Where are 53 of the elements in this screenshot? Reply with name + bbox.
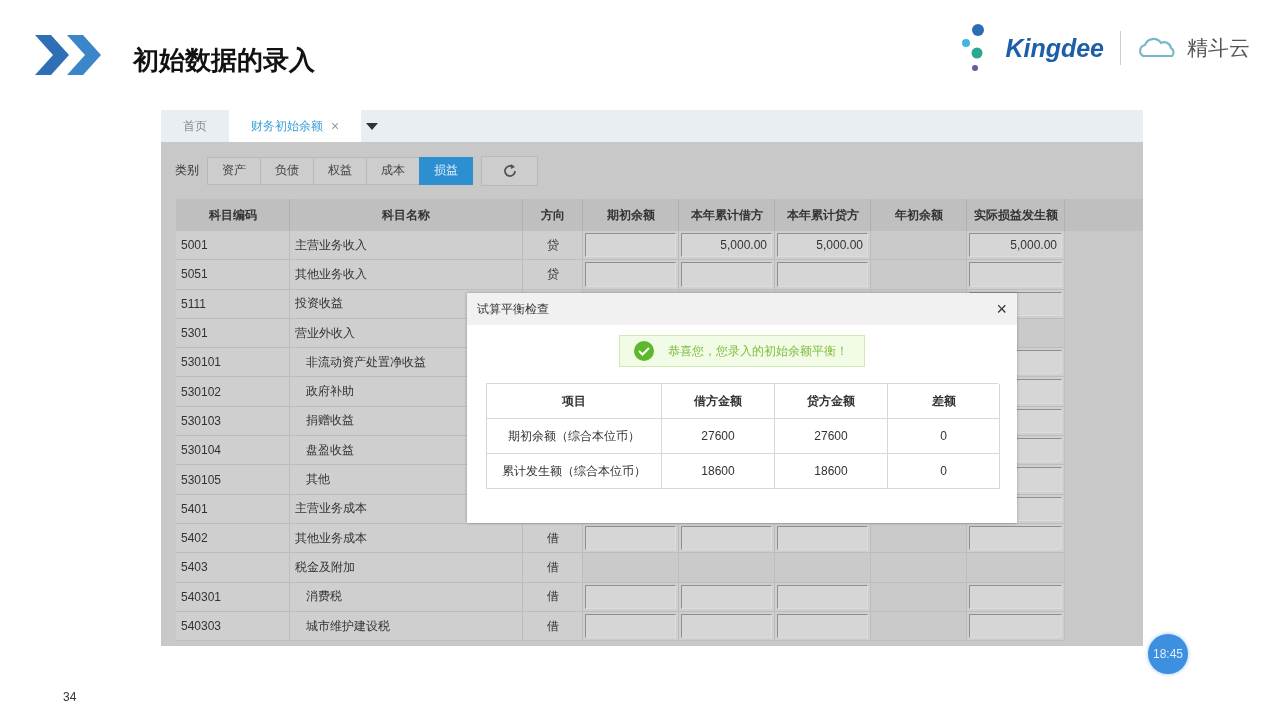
column-header: 期初余额 xyxy=(583,199,679,231)
table-cell: 其他业务成本 xyxy=(290,523,523,554)
slide-title: 初始数据的录入 xyxy=(133,43,315,77)
table-cell: 0 xyxy=(888,419,1000,454)
column-header: 方向 xyxy=(523,199,583,231)
message-text: 恭喜您，您录入的初始余额平衡！ xyxy=(668,342,848,360)
table-cell: 贷 xyxy=(523,231,583,261)
table-cell: 18600 xyxy=(775,454,888,489)
table-cell: 540301 xyxy=(176,582,290,612)
table-cell: 27600 xyxy=(662,419,775,454)
table-cell: 税金及附加 xyxy=(290,553,523,583)
table-cell: 530104 xyxy=(176,436,290,466)
table-cell: 借 xyxy=(523,553,583,583)
table-cell: 5301 xyxy=(176,318,290,349)
table-cell: 主营业务收入 xyxy=(290,231,523,261)
column-header: 科目编码 xyxy=(176,199,290,231)
column-header: 本年累计借方 xyxy=(679,199,775,231)
table-cell: 27600 xyxy=(775,419,888,454)
table-cell: 贷 xyxy=(523,260,583,290)
table-cell: 530105 xyxy=(176,465,290,495)
table-cell: 18600 xyxy=(662,454,775,489)
column-header: 本年累计贷方 xyxy=(775,199,871,231)
table-cell: 530101 xyxy=(176,348,290,378)
column-header: 实际损益发生额 xyxy=(967,199,1065,231)
column-header: 年初余额 xyxy=(871,199,967,231)
table-cell: 0 xyxy=(888,454,1000,489)
table-cell: 5403 xyxy=(176,553,290,583)
table-cell: 5001 xyxy=(176,231,290,261)
table-cell: 城市维护建设税 xyxy=(290,611,523,642)
table-cell: 530103 xyxy=(176,406,290,437)
clock-badge: 18:45 xyxy=(1148,634,1188,674)
table-cell: 累计发生额（综合本位币） xyxy=(487,454,662,489)
table-cell: 540303 xyxy=(176,611,290,642)
page-number: 34 xyxy=(63,690,77,704)
table-cell: 其他业务收入 xyxy=(290,260,523,290)
table-cell: 5051 xyxy=(176,260,290,290)
product-name: 精斗云 xyxy=(1187,35,1250,61)
table-cell: 期初余额（综合本位币） xyxy=(487,419,662,454)
table-cell: 消费税 xyxy=(290,582,523,612)
column-header: 差额 xyxy=(888,384,1000,419)
table-cell: 借 xyxy=(523,611,583,642)
category-label: 类别 xyxy=(175,162,199,179)
brand-name: Kingdee xyxy=(1005,33,1104,63)
table-cell: 借 xyxy=(523,523,583,554)
column-header: 科目名称 xyxy=(290,199,523,231)
column-header: 项目 xyxy=(487,384,662,419)
table-cell: 530102 xyxy=(176,377,290,407)
column-header: 借方金额 xyxy=(662,384,775,419)
table-cell: 5401 xyxy=(176,494,290,524)
table-cell: 5111 xyxy=(176,289,290,319)
table-cell: 借 xyxy=(523,582,583,612)
column-header: 贷方金额 xyxy=(775,384,888,419)
table-cell: 5402 xyxy=(176,523,290,554)
